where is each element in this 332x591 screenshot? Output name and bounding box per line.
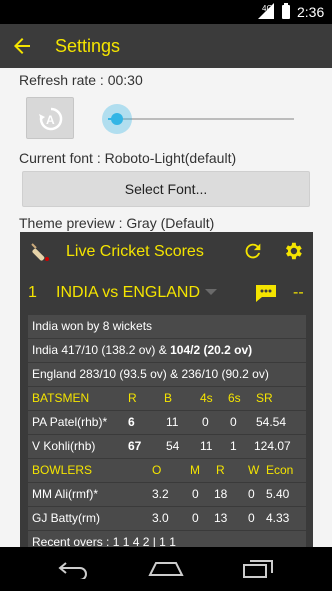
col-sixes: 6s [228, 391, 241, 405]
bowler-maidens: 0 [192, 487, 199, 501]
match-result: India won by 8 wickets [28, 315, 306, 338]
auto-refresh-icon: A [39, 107, 63, 131]
refresh-icon[interactable] [242, 240, 264, 262]
innings-india-text: India 417/10 (138.2 ov) & [32, 343, 171, 357]
back-arrow-icon[interactable] [10, 34, 34, 58]
col-runs: R [128, 391, 137, 405]
batsman-balls: 11 [166, 415, 179, 429]
auto-refresh-button[interactable]: A [26, 97, 74, 139]
batsman-name: V Kohli(rhb) [32, 439, 96, 453]
batsman-name: PA Patel(rhb)* [32, 415, 108, 429]
match-selector[interactable]: 1 INDIA vs ENGLAND -- [20, 272, 313, 314]
col-overs: O [152, 463, 162, 477]
bowler-runs: 13 [214, 511, 228, 525]
col-fours: 4s [200, 391, 213, 405]
batsman-sixes: 1 [230, 439, 237, 453]
chevron-down-icon[interactable] [205, 289, 217, 295]
col-maidens: M [190, 463, 200, 477]
theme-preview-card: Live Cricket Scores 1 INDIA vs ENGLAND -… [20, 232, 313, 547]
recent-overs: Recent overs : 1 1 4 2 | 1 1 [28, 531, 306, 547]
preview-header: Live Cricket Scores [20, 232, 313, 272]
bowler-name: MM Ali(rmf)* [32, 487, 98, 501]
col-name: BATSMEN [32, 391, 90, 405]
batsman-sr: 54.54 [256, 415, 287, 429]
batsman-runs: 67 [128, 439, 142, 453]
back-icon[interactable] [56, 559, 90, 579]
theme-preview-label: Theme preview : Gray (Default) [19, 215, 215, 231]
table-row: V Kohli(rhb) 67 54 11 1 124.07 [28, 435, 306, 458]
bowler-wickets: 0 [248, 487, 255, 501]
table-row: GJ Batty(rm) 3.0 0 13 0 4.33 [28, 507, 306, 530]
cricket-bat-icon [31, 243, 49, 261]
bowler-econ: 5.40 [266, 487, 290, 501]
refresh-rate-slider[interactable] [100, 104, 296, 134]
col-runs: R [216, 463, 225, 477]
svg-text:A: A [46, 113, 55, 127]
status-clock: 2:36 [297, 4, 325, 20]
table-row: MM Ali(rmf)* 3.2 0 18 0 5.40 [28, 483, 306, 506]
col-balls: B [164, 391, 173, 405]
innings-england: England 283/10 (93.5 ov) & 236/10 (90.2 … [28, 363, 306, 386]
action-bar: Settings [0, 24, 332, 68]
batsman-balls: 54 [166, 439, 180, 453]
innings-india: India 417/10 (138.2 ov) & 104/2 (20.2 ov… [28, 339, 306, 362]
home-icon[interactable] [148, 559, 184, 579]
bowler-wickets: 0 [248, 511, 255, 525]
bowler-maidens: 0 [192, 511, 199, 525]
bowler-overs: 3.2 [152, 487, 169, 501]
innings-india-current: 104/2 (20.2 ov) [170, 343, 253, 357]
bowler-name: GJ Batty(rm) [32, 511, 100, 525]
gear-icon[interactable] [282, 240, 304, 262]
batsman-sr: 124.07 [254, 439, 291, 453]
batsman-fours: 0 [202, 415, 209, 429]
match-number: 1 [28, 284, 37, 301]
bowler-overs: 3.0 [152, 511, 169, 525]
battery-icon [282, 3, 290, 19]
batsman-fours: 11 [200, 439, 213, 453]
slider-track [118, 118, 294, 120]
batsmen-header: BATSMEN R B 4s 6s SR [28, 387, 306, 410]
scorecard: India won by 8 wickets India 417/10 (138… [28, 315, 306, 547]
select-font-button[interactable]: Select Font... [22, 171, 310, 207]
bowler-econ: 4.33 [266, 511, 290, 525]
preview-title: Live Cricket Scores [66, 243, 204, 260]
batsman-sixes: 0 [230, 415, 237, 429]
match-name: INDIA vs ENGLAND [56, 284, 201, 301]
network-type: 4G [262, 4, 273, 13]
comment-icon[interactable] [254, 283, 278, 303]
refresh-rate-label: Refresh rate : 00:30 [19, 72, 143, 88]
slider-thumb[interactable] [111, 113, 123, 125]
col-econ: Econ [266, 463, 294, 477]
batsman-runs: 6 [128, 415, 135, 429]
bowler-runs: 18 [214, 487, 228, 501]
col-wickets: W [248, 463, 260, 477]
match-status-dash: -- [293, 284, 304, 301]
bowlers-header: BOWLERS O M R W Econ [28, 459, 306, 482]
col-sr: SR [256, 391, 273, 405]
page-title: Settings [55, 36, 121, 56]
status-bar: 4G 2:36 [0, 0, 332, 24]
col-name: BOWLERS [32, 463, 93, 477]
current-font-label: Current font : Roboto-Light(default) [19, 150, 237, 166]
table-row: PA Patel(rhb)* 6 11 0 0 54.54 [28, 411, 306, 434]
navigation-bar [0, 547, 332, 591]
recent-apps-icon[interactable] [242, 559, 274, 579]
